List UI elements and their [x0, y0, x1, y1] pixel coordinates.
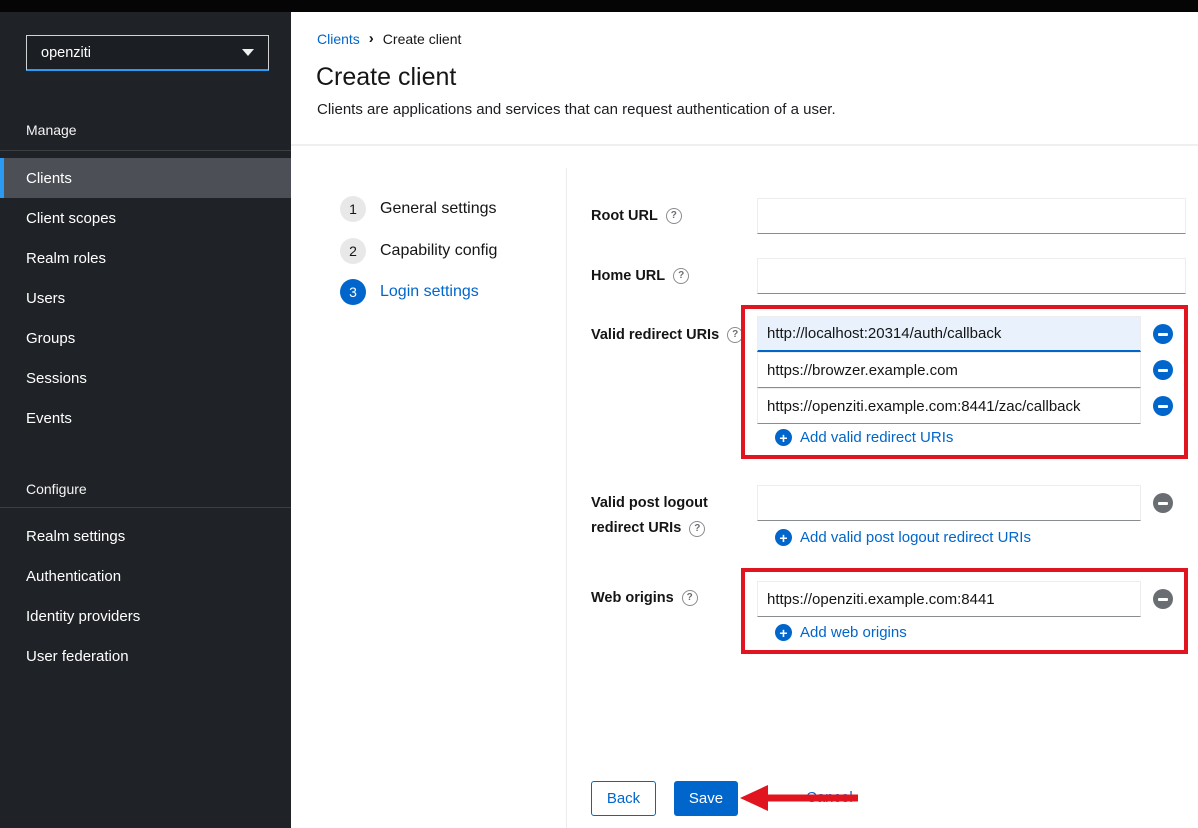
sidebar-item-groups[interactable]: Groups [0, 318, 291, 358]
help-icon[interactable]: ? [682, 590, 698, 606]
home-url-label: Home URL ? [591, 266, 689, 286]
step-label: General settings [380, 200, 497, 218]
post-logout-uri-input[interactable] [757, 485, 1141, 521]
sidebar-item-client-scopes[interactable]: Client scopes [0, 198, 291, 238]
nav-section-configure: Configure [26, 481, 87, 497]
sidebar-item-realm-settings[interactable]: Realm settings [0, 516, 291, 556]
sidebar-item-label: Authentication [26, 568, 121, 585]
save-button[interactable]: Save [674, 781, 738, 816]
page-title: Create client [316, 63, 456, 92]
nav-divider [0, 507, 291, 508]
sidebar-nav: openziti Manage Clients Client scopes Re… [0, 12, 291, 828]
root-url-label: Root URL ? [591, 206, 682, 226]
wizard-step-general-settings[interactable]: 1 General settings [340, 196, 497, 222]
top-masthead [0, 0, 1198, 12]
remove-post-logout-uri-button[interactable] [1153, 493, 1173, 513]
plus-icon: + [775, 429, 792, 446]
sidebar-item-users[interactable]: Users [0, 278, 291, 318]
valid-post-logout-label: Valid post logout redirect URIs ? [591, 491, 708, 541]
label-text: Root URL [591, 206, 658, 226]
sidebar-item-label: Sessions [26, 370, 87, 387]
sidebar-item-user-federation[interactable]: User federation [0, 636, 291, 676]
sidebar-item-label: Groups [26, 330, 75, 347]
wizard-form-divider [566, 168, 567, 828]
breadcrumb-chevron-icon: › [369, 32, 374, 46]
add-web-origins-link[interactable]: + Add web origins [775, 624, 907, 641]
step-number-badge: 2 [340, 238, 366, 264]
sidebar-item-events[interactable]: Events [0, 398, 291, 438]
nav-divider [0, 150, 291, 151]
add-link-label: Add valid post logout redirect URIs [800, 529, 1031, 546]
help-icon[interactable]: ? [666, 208, 682, 224]
sidebar-item-label: Client scopes [26, 210, 116, 227]
label-text-line2: redirect URIs [591, 516, 681, 541]
step-number-badge: 3 [340, 279, 366, 305]
help-icon[interactable]: ? [689, 521, 705, 537]
web-origins-input[interactable] [757, 581, 1141, 617]
remove-redirect-uri-1-button[interactable] [1153, 324, 1173, 344]
sidebar-item-label: Realm settings [26, 528, 125, 545]
step-number-badge: 1 [340, 196, 366, 222]
cancel-link[interactable]: Cancel [806, 789, 853, 806]
root-url-input[interactable] [757, 198, 1186, 234]
sidebar-item-label: Users [26, 290, 65, 307]
plus-icon: + [775, 624, 792, 641]
breadcrumb: Clients › Create client [317, 31, 461, 47]
sidebar-item-authentication[interactable]: Authentication [0, 556, 291, 596]
sidebar-item-label: Events [26, 410, 72, 427]
sidebar-item-label: Clients [26, 170, 72, 187]
chevron-down-icon [242, 49, 254, 56]
sidebar-item-clients[interactable]: Clients [0, 158, 291, 198]
wizard-step-capability-config[interactable]: 2 Capability config [340, 238, 497, 264]
page-subtitle: Clients are applications and services th… [317, 101, 836, 118]
add-link-label: Add valid redirect URIs [800, 429, 953, 446]
remove-redirect-uri-2-button[interactable] [1153, 360, 1173, 380]
help-icon[interactable]: ? [673, 268, 689, 284]
realm-selector-value: openziti [41, 45, 91, 61]
valid-redirect-uris-label: Valid redirect URIs ? [591, 325, 743, 345]
home-url-input[interactable] [757, 258, 1186, 294]
sidebar-item-identity-providers[interactable]: Identity providers [0, 596, 291, 636]
breadcrumb-clients-link[interactable]: Clients [317, 31, 360, 47]
realm-selector-dropdown[interactable]: openziti [26, 35, 269, 71]
header-divider [291, 144, 1198, 146]
back-button[interactable]: Back [591, 781, 656, 816]
web-origins-label: Web origins ? [591, 588, 698, 608]
add-post-logout-uris-link[interactable]: + Add valid post logout redirect URIs [775, 529, 1031, 546]
add-link-label: Add web origins [800, 624, 907, 641]
label-text: Web origins [591, 588, 674, 608]
label-text: Valid redirect URIs [591, 325, 719, 345]
remove-web-origin-button[interactable] [1153, 589, 1173, 609]
create-client-page: openziti Manage Clients Client scopes Re… [0, 0, 1198, 828]
sidebar-item-label: User federation [26, 648, 129, 665]
redirect-uri-input-3[interactable] [757, 388, 1141, 424]
step-label: Capability config [380, 242, 497, 260]
nav-section-manage: Manage [26, 122, 77, 138]
sidebar-item-label: Realm roles [26, 250, 106, 267]
add-valid-redirect-uris-link[interactable]: + Add valid redirect URIs [775, 429, 953, 446]
label-text: Home URL [591, 266, 665, 286]
step-label: Login settings [380, 283, 479, 301]
plus-icon: + [775, 529, 792, 546]
breadcrumb-current: Create client [383, 31, 462, 47]
sidebar-item-sessions[interactable]: Sessions [0, 358, 291, 398]
wizard-step-login-settings[interactable]: 3 Login settings [340, 279, 479, 305]
sidebar-item-label: Identity providers [26, 608, 140, 625]
help-icon[interactable]: ? [727, 327, 743, 343]
redirect-uri-input-2[interactable] [757, 352, 1141, 388]
redirect-uri-input-1[interactable] [757, 316, 1141, 352]
remove-redirect-uri-3-button[interactable] [1153, 396, 1173, 416]
label-text-line1: Valid post logout [591, 491, 708, 516]
sidebar-item-realm-roles[interactable]: Realm roles [0, 238, 291, 278]
